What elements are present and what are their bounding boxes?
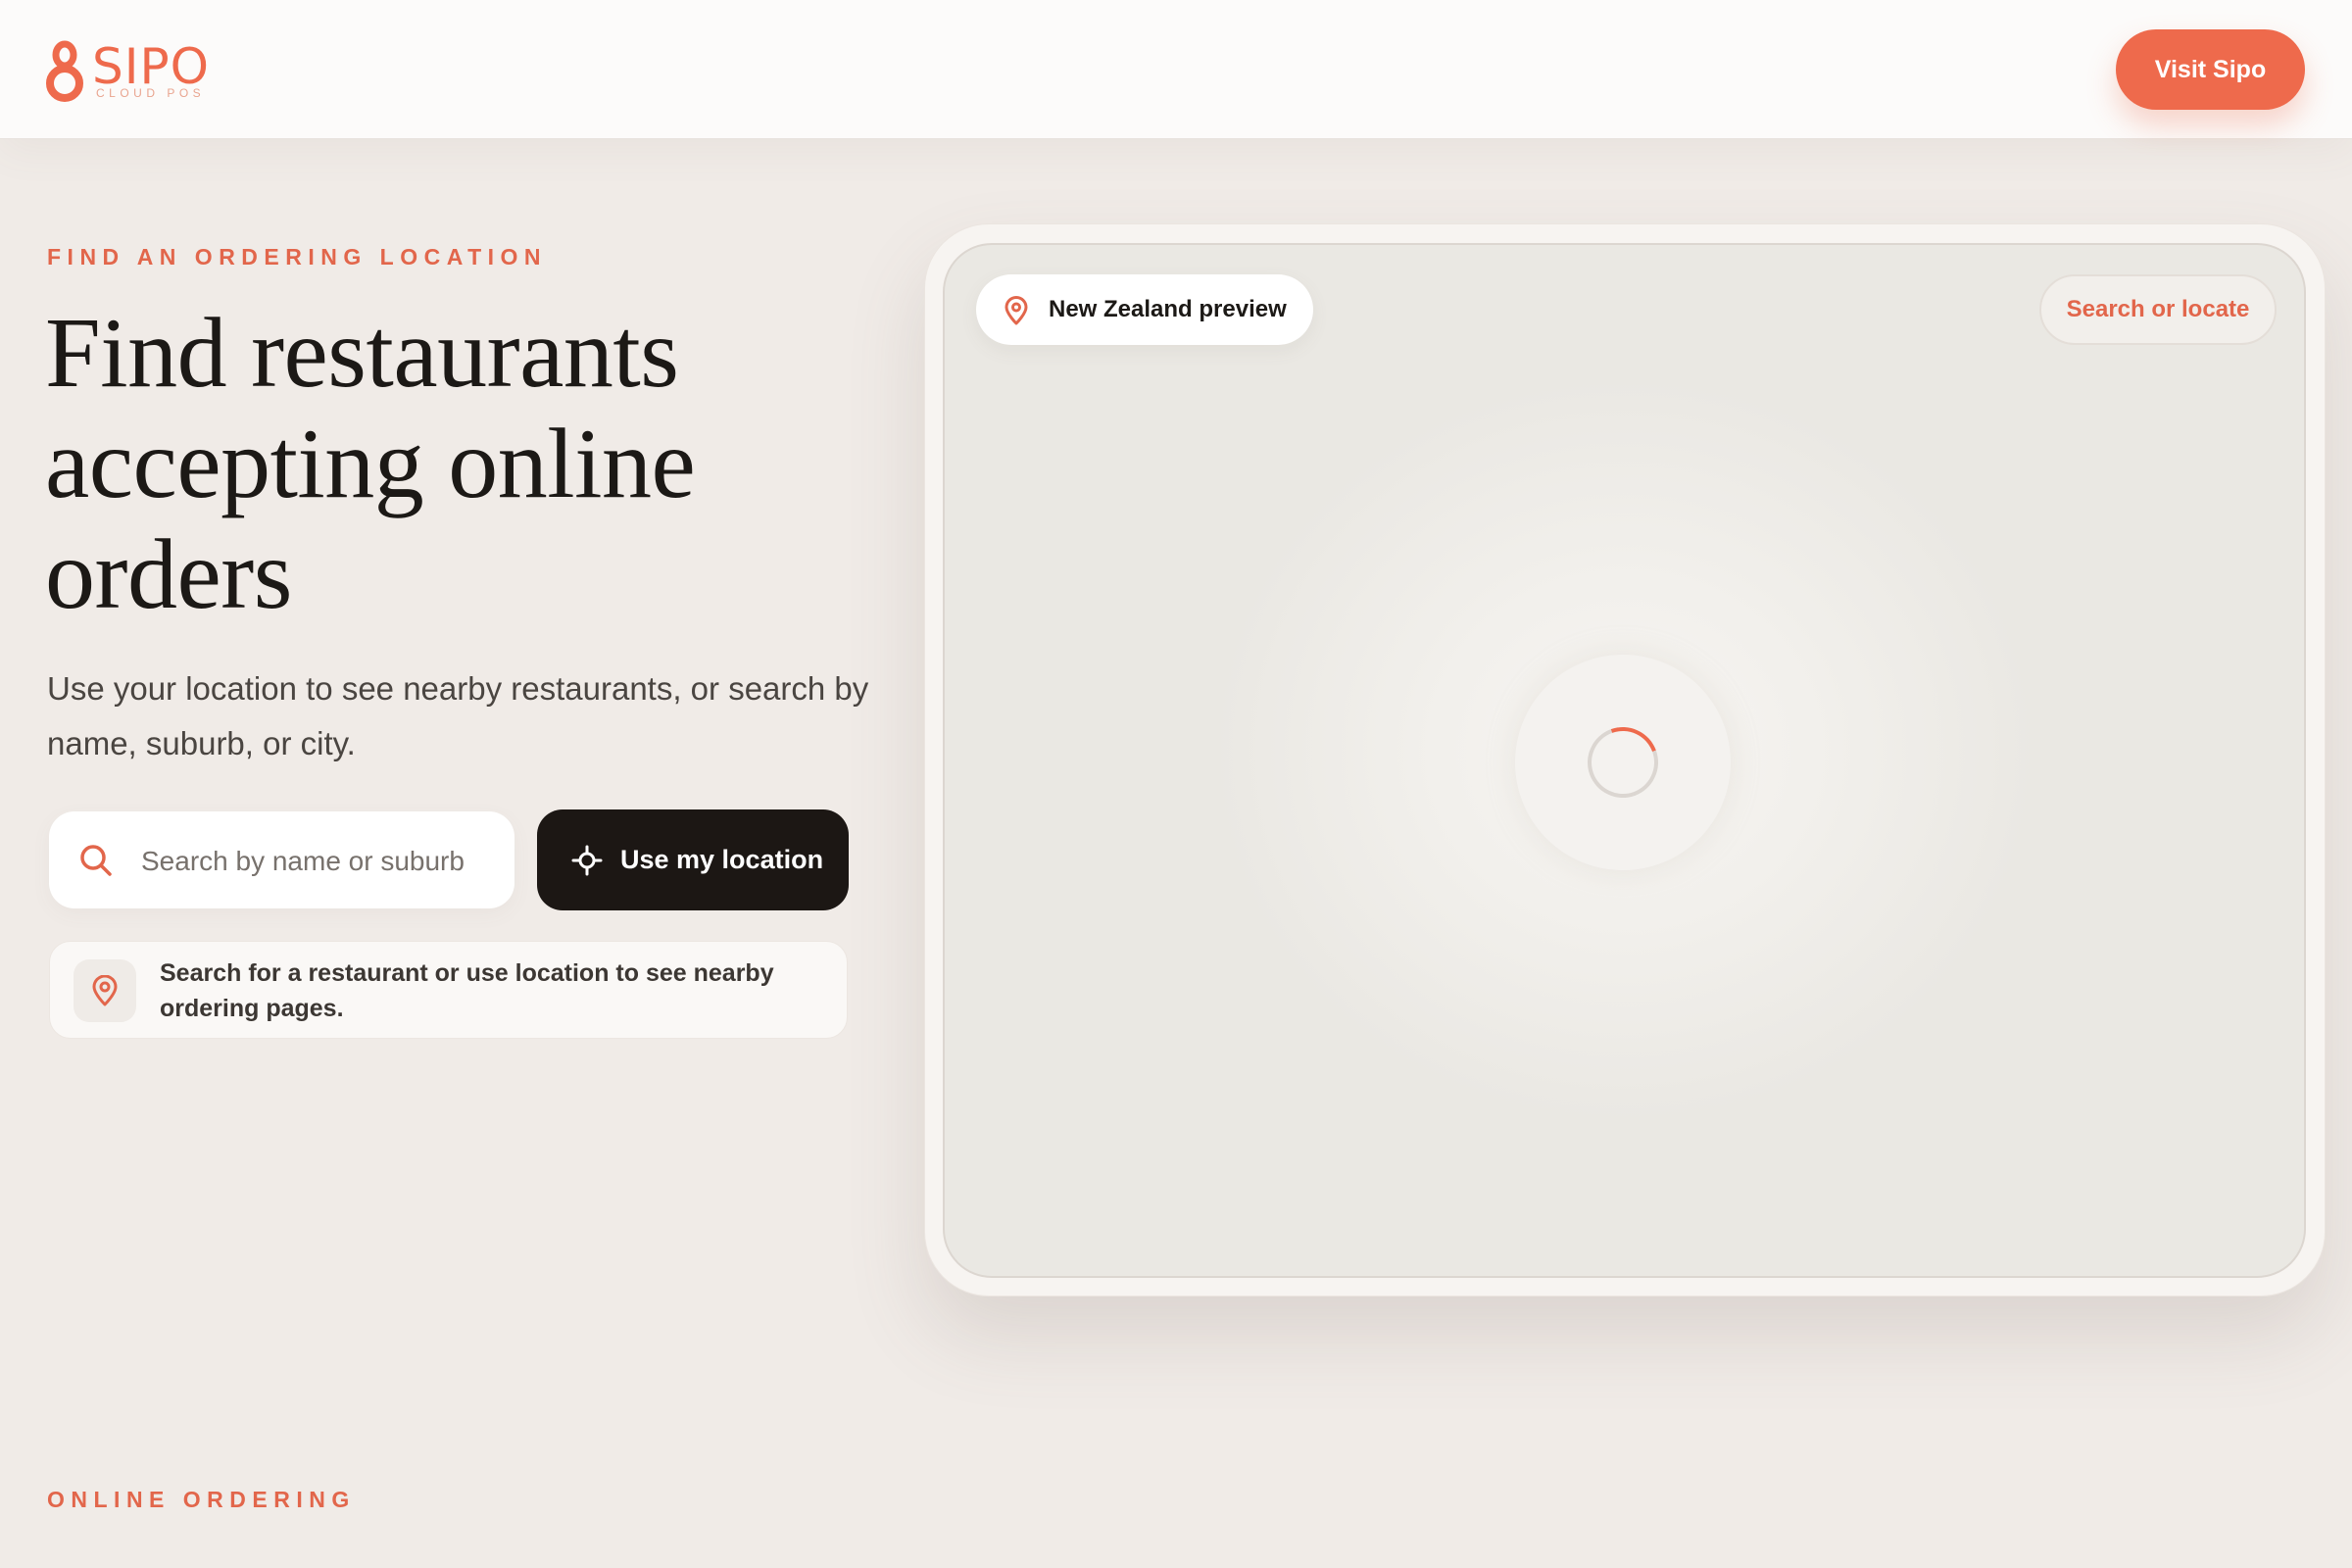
- hint-text: Search for a restaurant or use location …: [160, 959, 774, 1022]
- use-my-location-label: Use my location: [620, 845, 824, 874]
- hero-subtitle: Use your location to see nearby restaura…: [47, 670, 869, 761]
- map-search-or-locate-button[interactable]: Search or locate: [2039, 274, 2277, 345]
- site-header: SIPO CLOUD POS Visit Sipo: [0, 0, 2352, 139]
- map-pin-icon: [92, 975, 118, 1006]
- use-my-location-button[interactable]: Use my location: [537, 809, 849, 910]
- online-ordering-eyebrow: ONLINE ORDERING: [47, 1487, 356, 1512]
- logo-wordmark: SIPO: [92, 38, 210, 95]
- logo-tagline: CLOUD POS: [96, 86, 206, 100]
- sipo-logo[interactable]: SIPO CLOUD POS: [45, 39, 212, 104]
- map-region-badge: New Zealand preview: [976, 274, 1313, 345]
- map-region-label: New Zealand preview: [1049, 296, 1287, 322]
- search-input[interactable]: [139, 811, 506, 910]
- hero-eyebrow: FIND AN ORDERING LOCATION: [47, 244, 548, 270]
- visit-sipo-button[interactable]: Visit Sipo: [2116, 29, 2305, 110]
- map-pin-icon: [1004, 296, 1028, 325]
- hint-icon-container: [74, 959, 136, 1022]
- loading-spinner-icon: [1576, 715, 1670, 809]
- sipo-logo-mark: [46, 40, 83, 102]
- search-icon: [80, 845, 112, 876]
- loading-indicator: [1515, 655, 1731, 870]
- search-hint-card: Search for a restaurant or use location …: [49, 941, 848, 1039]
- crosshair-icon: [571, 845, 603, 876]
- map-view[interactable]: New Zealand preview Search or locate: [943, 243, 2306, 1278]
- page-title: Find restaurants accepting online orders: [45, 298, 696, 630]
- search-box[interactable]: [49, 811, 514, 910]
